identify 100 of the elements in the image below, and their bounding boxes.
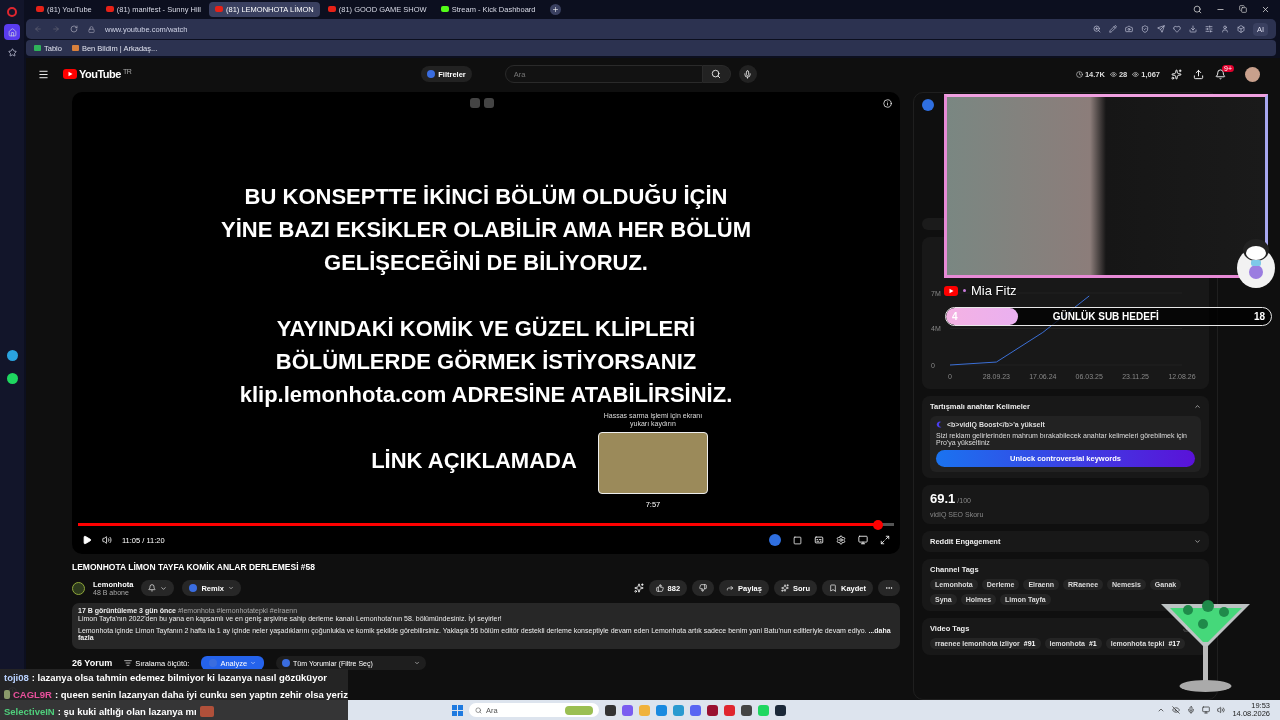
chat-username: toji08 xyxy=(4,672,29,683)
channel-avatar[interactable] xyxy=(72,581,85,595)
user-icon[interactable] xyxy=(1220,25,1229,33)
edit-icon[interactable] xyxy=(1108,25,1117,33)
chat-message: : lazanya olsa tahmin edemez bilmiyor ki lazanya nasıl gözüküyor xyxy=(31,672,327,683)
video-title: LEMONHOTA LİMON TAYFA KOMİK ANLAR DERLEMESİ #58 xyxy=(72,562,317,572)
chat-username: CAGL9R xyxy=(12,689,52,700)
settings-icon[interactable] xyxy=(836,535,846,545)
mic-button[interactable] xyxy=(738,65,757,83)
video-caption: LİNK AÇIKLAMADA xyxy=(371,447,578,475)
dislike-button[interactable] xyxy=(692,580,715,596)
play-logo-icon xyxy=(944,285,958,296)
tab-favicon xyxy=(214,6,223,12)
heart-icon[interactable] xyxy=(1172,25,1181,33)
dot-icon xyxy=(963,289,966,292)
vidiq-icon xyxy=(282,659,291,667)
chevron-down-icon[interactable] xyxy=(414,660,421,666)
bell-icon[interactable] xyxy=(148,584,157,592)
upload-icon[interactable] xyxy=(1193,68,1204,80)
captions-icon[interactable] xyxy=(814,535,824,545)
chat-message: : şu kuki altlığı olan lazanya mı xyxy=(57,706,197,717)
video-caption: BU KONSEPTTE İKİNCİ BÖLÜM OLDUĞU İÇİN xyxy=(244,183,728,211)
more-button[interactable] xyxy=(878,580,900,596)
video-caption: YAYINDAKİ KOMİK VE GÜZEL KLİPLERİ xyxy=(276,315,696,343)
video-caption: YİNE BAZI EKSİKLER OLABİLİR AMA HER BÖLÜM xyxy=(221,216,751,244)
vidiq-icon[interactable] xyxy=(769,534,781,546)
toggle-icon[interactable] xyxy=(793,535,802,545)
shield-icon[interactable] xyxy=(1140,25,1149,33)
tab-favicon xyxy=(327,6,336,12)
zoom-icon[interactable] xyxy=(1092,25,1101,33)
collapse-icon[interactable] xyxy=(1194,403,1201,410)
bell-icon[interactable] xyxy=(1215,68,1226,80)
sliders-icon[interactable] xyxy=(1204,25,1213,33)
search-highlight-icon xyxy=(565,705,593,715)
progress-thumb[interactable] xyxy=(872,519,883,530)
thumbs-up-icon[interactable] xyxy=(655,584,664,592)
messenger-icon[interactable] xyxy=(6,350,18,361)
play-icon[interactable] xyxy=(82,535,92,545)
eye-off-icon[interactable] xyxy=(1172,706,1181,714)
fullscreen-icon[interactable] xyxy=(880,535,890,545)
search-icon[interactable] xyxy=(711,69,722,79)
seo-score: 69.1 xyxy=(930,491,956,506)
description-panel[interactable] xyxy=(72,603,900,649)
reload-icon[interactable] xyxy=(70,25,78,33)
goal-label: GÜNLÜK SUB HEDEFİ xyxy=(1052,311,1159,322)
video-caption: BÖLÜMLERDE GÖRMEK İSTİYORSANIZ xyxy=(275,348,697,376)
monitor-icon[interactable] xyxy=(1202,706,1211,714)
close-icon[interactable] xyxy=(1261,4,1270,14)
sparkle-icon[interactable] xyxy=(633,583,644,593)
camera-icon[interactable] xyxy=(1124,25,1133,33)
notification-button[interactable] xyxy=(141,580,175,596)
bookmark-icon[interactable] xyxy=(829,584,837,592)
chevron-down-icon[interactable] xyxy=(160,584,168,592)
video-player[interactable] xyxy=(72,92,900,554)
tab-favicon xyxy=(440,6,449,12)
chat-badge-icon xyxy=(4,690,10,699)
logo-text[interactable]: YouTube xyxy=(79,68,121,80)
overlay-toggle-icon[interactable] xyxy=(469,98,480,108)
emote-icon xyxy=(199,706,214,717)
chevron-down-icon[interactable] xyxy=(227,585,234,591)
chevron-icon[interactable] xyxy=(1157,706,1166,714)
search-button[interactable] xyxy=(702,65,731,83)
sparkle-icon[interactable] xyxy=(1171,68,1182,80)
sparkle-icon[interactable] xyxy=(780,584,789,592)
chat-username: SelectiveIN xyxy=(4,706,55,717)
app-icon[interactable] xyxy=(775,704,786,716)
bookmark-icon xyxy=(71,45,79,51)
bookmark-icon xyxy=(34,45,41,51)
video-caption: klip.lemonhota.com ADRESİNE ATABİLİRSİNİZ. xyxy=(239,381,733,409)
eye-icon xyxy=(1132,70,1140,78)
avatar[interactable] xyxy=(1245,66,1260,82)
mic-icon[interactable] xyxy=(1187,706,1196,714)
music-icon[interactable] xyxy=(6,373,18,384)
app-icon[interactable] xyxy=(605,704,616,716)
more-icon[interactable] xyxy=(885,584,893,592)
sort-icon[interactable] xyxy=(124,659,133,667)
windows-icon[interactable] xyxy=(452,704,463,716)
search-icon[interactable] xyxy=(1193,4,1202,14)
youtube-logo-icon[interactable] xyxy=(63,69,77,79)
thumbs-down-icon[interactable] xyxy=(699,584,708,592)
streamer-name: Mia Fitz xyxy=(971,283,1017,298)
theater-icon[interactable] xyxy=(858,535,868,545)
restore-icon[interactable] xyxy=(1239,4,1247,13)
chat-message: : queen senin lazanyan daha iyi cunku sen yaptın zehir olsa yeriz xyxy=(55,689,348,700)
menu-icon[interactable] xyxy=(38,68,49,80)
comment-count: 26 Yorum xyxy=(72,658,113,668)
goal-target: 18 xyxy=(1253,311,1265,322)
tab-favicon xyxy=(105,6,114,12)
info-icon[interactable] xyxy=(883,98,892,108)
expand-icon[interactable] xyxy=(1194,538,1201,545)
cube-icon[interactable] xyxy=(1236,25,1245,33)
app-icon[interactable] xyxy=(707,704,718,716)
volume-icon[interactable] xyxy=(102,535,112,545)
vidiq-icon[interactable] xyxy=(922,99,934,111)
overlay-toggle-icon[interactable] xyxy=(483,98,494,108)
vidiq-icon xyxy=(189,584,198,592)
mic-icon[interactable] xyxy=(743,69,753,79)
share-icon[interactable] xyxy=(726,584,735,592)
send-icon[interactable] xyxy=(1156,25,1165,33)
app-icon[interactable] xyxy=(741,704,752,716)
